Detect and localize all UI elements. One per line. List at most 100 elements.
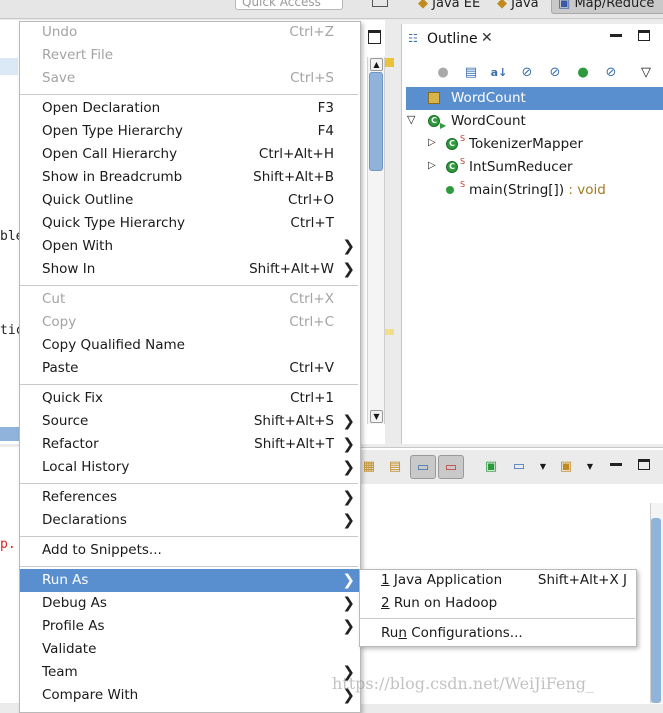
menu-item-references[interactable]: References ❯ (20, 486, 360, 509)
perspective-java-ee[interactable]: ◆ Java EE (418, 0, 480, 11)
hide-static-icon[interactable]: ⊘ (546, 63, 564, 81)
overview-marker[interactable] (385, 58, 394, 67)
perspective-label: Map/Reduce (574, 0, 655, 11)
hide-fields-icon[interactable]: ⊘ (518, 63, 536, 81)
tree-item-label[interactable]: WordCount (451, 113, 526, 129)
menu-item-quick-type-hierarchy[interactable]: Quick Type Hierarchy Ctrl+T (20, 212, 360, 235)
submenu-arrow-icon: ❯ (342, 458, 355, 476)
maximize-icon[interactable] (638, 30, 650, 41)
tree-item-method[interactable]: main(String[]) : void (469, 182, 606, 198)
menu-item-copy[interactable]: Copy Ctrl+C (20, 311, 360, 334)
menu-item-show-in-breadcrumb[interactable]: Show in Breadcrumb Shift+Alt+B (20, 166, 360, 189)
open-perspective-icon[interactable] (372, 0, 388, 7)
menu-item-paste[interactable]: Paste Ctrl+V (20, 357, 360, 380)
menu-separator (359, 618, 635, 619)
menu-item-debug-as[interactable]: Debug As ❯ (20, 592, 360, 615)
pin-console-icon[interactable]: ▣ (482, 457, 500, 475)
menu-item-open-declaration[interactable]: Open Declaration F3 (20, 97, 360, 120)
tree-item-label[interactable]: TokenizerMapper (469, 136, 583, 152)
minimize-icon[interactable] (610, 34, 622, 37)
menu-label: Validate (42, 641, 97, 657)
menu-item-add-to-snippets[interactable]: Add to Snippets... (20, 539, 360, 562)
overview-marker[interactable] (385, 329, 394, 335)
editor-tab-strip (0, 427, 20, 441)
outline-tab-label: Outline (427, 31, 478, 47)
submenu-item-run-configurations[interactable]: Run Configurations... (359, 622, 635, 645)
menu-item-quick-outline[interactable]: Quick Outline Ctrl+O (20, 189, 360, 212)
expand-toggle-icon[interactable]: ▷ (428, 137, 436, 148)
menu-accelerator: Ctrl+T (290, 215, 334, 231)
run-overlay-icon: ▶ (440, 121, 447, 130)
perspective-java[interactable]: ◆ Java (497, 0, 539, 11)
scrollbar-thumb[interactable] (369, 72, 383, 171)
scroll-down-icon[interactable]: ▼ (370, 410, 383, 423)
scroll-up-icon[interactable]: ▲ (370, 58, 383, 71)
menu-item-local-history[interactable]: Local History ❯ (20, 456, 360, 479)
submenu-arrow-icon: ❯ (342, 511, 355, 529)
collapse-all-icon[interactable]: ● (434, 63, 452, 81)
show-on-output-icon[interactable]: ▭ (410, 455, 436, 479)
link-icon[interactable]: ▤ (462, 63, 480, 81)
menu-item-save[interactable]: Save Ctrl+S (20, 67, 360, 90)
word-wrap-icon[interactable]: ▤ (386, 457, 404, 475)
maximize-icon[interactable] (638, 459, 650, 470)
maximize-icon[interactable] (368, 30, 382, 44)
hide-local-types-icon[interactable]: ⊘ (602, 63, 620, 81)
menu-item-quick-fix[interactable]: Quick Fix Ctrl+1 (20, 387, 360, 410)
expand-toggle-icon[interactable]: ▷ (428, 160, 436, 171)
error-fragment: p. (0, 537, 16, 552)
menu-label: Profile As (42, 618, 105, 634)
mnemonic: 2 (381, 595, 390, 611)
hide-nonpublic-icon[interactable]: ● (574, 63, 592, 81)
tree-item-label[interactable]: IntSumReducer (469, 159, 573, 175)
expand-toggle-icon[interactable]: ▽ (407, 113, 415, 126)
menu-accelerator: Ctrl+S (290, 70, 334, 86)
menu-item-open-with[interactable]: Open With ❯ (20, 235, 360, 258)
menu-item-show-in[interactable]: Show In Shift+Alt+W ❯ (20, 258, 360, 281)
elephant-icon: ▣ (558, 0, 571, 11)
watermark: https://blog.csdn.net/WeiJiFeng_ (332, 674, 595, 693)
menu-item-open-type-hierarchy[interactable]: Open Type Hierarchy F4 (20, 120, 360, 143)
label-text: Java Application (389, 572, 503, 588)
sort-icon[interactable]: a↓ (490, 63, 508, 81)
open-console-icon[interactable]: ▣ (557, 457, 575, 475)
menu-label: Refactor (42, 436, 99, 452)
menu-accelerator: Ctrl+Alt+H (258, 146, 334, 162)
tree-item-selected[interactable] (406, 87, 663, 110)
menu-item-compare-with[interactable]: Compare With ❯ (20, 684, 360, 707)
menu-item-team[interactable]: Team ❯ (20, 661, 360, 684)
menu-item-refactor[interactable]: Refactor Shift+Alt+T ❯ (20, 433, 360, 456)
label-text: Run on Hadoop (389, 595, 498, 611)
menu-item-revert-file[interactable]: Revert File (20, 44, 360, 67)
menu-item-validate[interactable]: Validate (20, 638, 360, 661)
show-on-error-icon[interactable]: ▭ (438, 455, 464, 479)
menu-item-run-as[interactable]: Run As ❯ (20, 569, 360, 592)
editor-lower-gutter (0, 447, 20, 703)
scroll-lock-icon[interactable]: ▦ (360, 457, 378, 475)
dropdown-arrow-icon[interactable]: ▼ (581, 457, 599, 475)
menu-item-source[interactable]: Source Shift+Alt+S ❯ (20, 410, 360, 433)
submenu-item-java-application[interactable]: 1 Java Application Shift+Alt+X J (359, 569, 635, 592)
menu-item-copy-qualified-name[interactable]: Copy Qualified Name (20, 334, 360, 357)
submenu-item-run-on-hadoop[interactable]: 2 Run on Hadoop (359, 592, 635, 615)
minimize-icon[interactable] (610, 463, 622, 466)
scrollbar-thumb[interactable] (651, 518, 661, 703)
menu-label: Debug As (42, 595, 107, 611)
menu-item-cut[interactable]: Cut Ctrl+X (20, 288, 360, 311)
display-console-icon[interactable]: ▭ (510, 457, 528, 475)
java-ee-icon: ◆ (418, 0, 428, 11)
dropdown-arrow-icon[interactable]: ▼ (534, 457, 552, 475)
menu-label: Copy (42, 314, 77, 330)
submenu-arrow-icon: ❯ (342, 617, 355, 635)
close-icon[interactable]: ✕ (481, 30, 493, 46)
menu-item-profile-as[interactable]: Profile As ❯ (20, 615, 360, 638)
perspective-map-reduce-label-wrap: ▣ Map/Reduce (558, 0, 654, 11)
menu-label: References (42, 489, 118, 505)
tree-item-label: WordCount (451, 90, 526, 106)
view-menu-icon[interactable]: ▽ (637, 63, 655, 81)
menu-item-open-call-hierarchy[interactable]: Open Call Hierarchy Ctrl+Alt+H (20, 143, 360, 166)
quick-access-input[interactable]: Quick Access (235, 0, 343, 10)
menu-label: Copy Qualified Name (42, 337, 185, 353)
menu-item-undo[interactable]: Undo Ctrl+Z (20, 21, 360, 44)
menu-item-declarations[interactable]: Declarations ❯ (20, 509, 360, 532)
